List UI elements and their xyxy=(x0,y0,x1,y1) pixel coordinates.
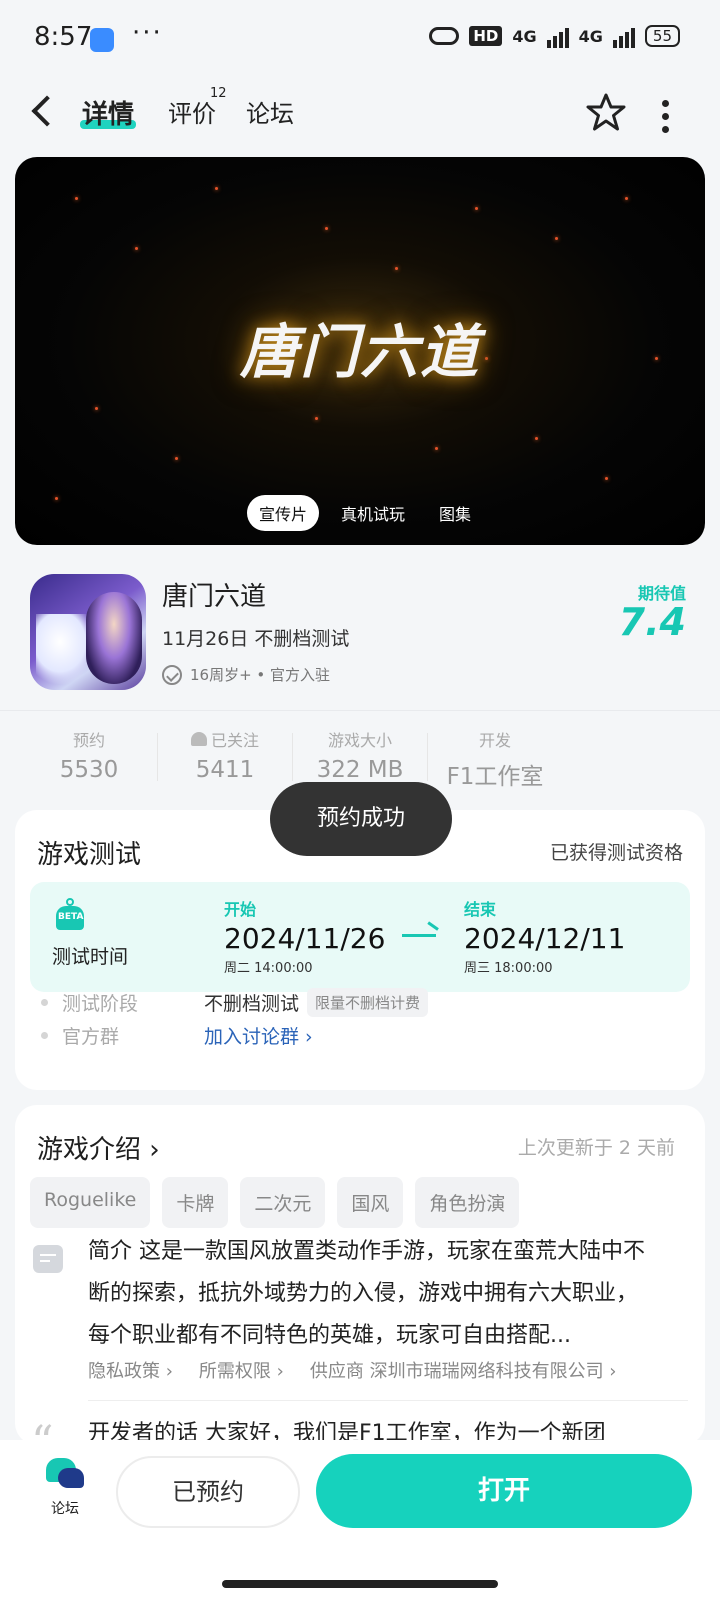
end-label: 结束 xyxy=(464,900,497,919)
supplier-link[interactable]: 供应商 深圳市瑞瑞网络科技有限公司 › xyxy=(310,1357,617,1383)
tag[interactable]: 卡牌 xyxy=(162,1177,229,1228)
media-tab-gallery[interactable]: 图集 xyxy=(427,495,483,531)
stat-label: 预约 xyxy=(72,731,105,750)
stat-value: 322 MB xyxy=(316,757,404,783)
tag[interactable]: 国风 xyxy=(337,1177,404,1228)
heart-icon xyxy=(190,732,207,746)
stage-tag: 限量不删档计费 xyxy=(307,988,429,1017)
network-label-2: 4G xyxy=(578,26,603,46)
stat-followers[interactable]: 已关注 5411 xyxy=(158,727,292,783)
link-icon xyxy=(429,27,460,45)
test-qualification: 已获得测试资格 xyxy=(549,842,683,864)
forum-button[interactable]: 论坛 xyxy=(40,1458,90,1518)
app-meta-text: 16周岁+ • 官方入驻 xyxy=(190,666,331,684)
anticipation-value: 7.4 xyxy=(618,600,686,644)
tab-review[interactable]: 评价 12 xyxy=(168,86,227,129)
forum-label: 论坛 xyxy=(51,1501,79,1517)
signal-icon xyxy=(546,24,569,48)
tag-list: Roguelike 卡牌 二次元 国风 角色扮演 xyxy=(30,1177,520,1228)
join-group-link[interactable]: 加入讨论群 › xyxy=(204,1022,313,1049)
status-time: 8:57 xyxy=(34,22,93,52)
stat-value: F1工作室 xyxy=(446,764,544,790)
test-stage-row: 测试阶段 不删档测试 限量不删档计费 xyxy=(41,988,429,1017)
note-icon xyxy=(33,1245,63,1273)
app-icon xyxy=(30,574,146,690)
media-banner[interactable]: 唐门六道 宣传片 真机试玩 图集 xyxy=(15,157,705,545)
app-release-info: 11月26日 不删档测试 xyxy=(162,628,350,650)
toast-message: 预约成功 xyxy=(270,782,452,856)
tab-review-label: 评价 xyxy=(168,100,216,128)
stat-value: 5411 xyxy=(195,757,255,783)
test-card-title: 游戏测试 xyxy=(37,840,142,870)
stat-label: 开发 xyxy=(478,731,511,750)
favorite-star-icon[interactable] xyxy=(586,92,626,132)
more-options-icon[interactable] xyxy=(662,100,672,133)
reserved-button[interactable]: 已预约 xyxy=(116,1456,300,1528)
stat-value: 5530 xyxy=(59,757,119,783)
app-name: 唐门六道 xyxy=(162,582,267,612)
end-time: 周三 18:00:00 xyxy=(464,961,553,976)
start-label: 开始 xyxy=(224,900,257,919)
test-start: 开始 2024/11/26 周二 14:00:00 xyxy=(224,896,385,976)
notification-app-icon xyxy=(90,28,114,52)
top-nav: 详情 评价 12 论坛 xyxy=(0,80,720,150)
bottom-action-bar: 论坛 已预约 打开 xyxy=(0,1440,720,1600)
tab-detail[interactable]: 详情 xyxy=(80,94,137,131)
open-button[interactable]: 打开 xyxy=(316,1454,692,1528)
verified-check-icon xyxy=(162,664,182,685)
privacy-policy-link[interactable]: 隐私政策 › xyxy=(88,1357,173,1383)
tab-detail-label: 详情 xyxy=(82,100,135,130)
start-date: 2024/11/26 xyxy=(224,922,386,955)
media-tab-trailer[interactable]: 宣传片 xyxy=(247,495,320,531)
hd-badge: HD xyxy=(469,26,503,46)
home-indicator[interactable] xyxy=(222,1580,498,1588)
media-tab-gameplay[interactable]: 真机试玩 xyxy=(329,495,417,531)
app-meta: 16周岁+ • 官方入驻 xyxy=(162,664,330,685)
beta-icon: BETA xyxy=(56,898,86,930)
chat-bubbles-icon xyxy=(46,1458,84,1490)
status-indicators: HD 4G 4G 55 xyxy=(429,24,680,48)
permissions-link[interactable]: 所需权限 › xyxy=(199,1357,284,1383)
arrow-right-icon xyxy=(402,934,436,937)
intro-card-title[interactable]: 游戏介绍 › xyxy=(37,1129,160,1166)
stat-label: 游戏大小 xyxy=(327,731,392,750)
intro-text[interactable]: 简介 这是一款国风放置类动作手游，玩家在蛮荒大陆中不断的探索，抵抗外域势力的入侵… xyxy=(88,1231,658,1357)
intro-updated-time: 上次更新于 2 天前 xyxy=(517,1137,675,1159)
status-bar: 8:57 ··· HD 4G 4G 55 xyxy=(0,0,720,80)
back-icon[interactable] xyxy=(31,95,63,127)
stat-developer[interactable]: 开发 F1工作室 xyxy=(428,727,562,791)
official-group-row: 官方群 加入讨论群 › xyxy=(41,1022,313,1049)
start-time: 周二 14:00:00 xyxy=(224,961,313,976)
intro-links: 隐私政策 › 所需权限 › 供应商 深圳市瑞瑞网络科技有限公司 › xyxy=(88,1357,616,1383)
tag[interactable]: 二次元 xyxy=(240,1177,326,1228)
stage-value: 不删档测试 xyxy=(204,993,300,1015)
signal-icon-2 xyxy=(612,24,635,48)
tab-forum[interactable]: 论坛 xyxy=(246,94,294,129)
review-count-badge: 12 xyxy=(210,86,227,101)
tag[interactable]: 角色扮演 xyxy=(415,1177,520,1228)
group-label: 官方群 xyxy=(62,1026,120,1048)
stat-size: 游戏大小 322 MB xyxy=(293,727,427,783)
test-end: 结束 2024/12/11 周三 18:00:00 xyxy=(464,896,625,976)
stat-reservations: 预约 5530 xyxy=(22,727,156,783)
app-info: 唐门六道 11月26日 不删档测试 16周岁+ • 官方入驻 期待值 7.4 xyxy=(0,560,720,710)
test-time-label: 测试时间 xyxy=(52,946,129,968)
battery-icon: 55 xyxy=(644,25,680,47)
network-label-1: 4G xyxy=(512,26,537,46)
more-notifications-icon: ··· xyxy=(132,18,163,48)
divider xyxy=(88,1400,688,1401)
stat-label: 已关注 xyxy=(158,727,292,751)
stage-label: 测试阶段 xyxy=(62,993,139,1015)
media-tabs: 宣传片 真机试玩 图集 xyxy=(247,495,483,531)
game-intro-card: 游戏介绍 › 上次更新于 2 天前 Roguelike 卡牌 二次元 国风 角色… xyxy=(15,1105,705,1468)
banner-game-title: 唐门六道 xyxy=(239,318,480,386)
tag[interactable]: Roguelike xyxy=(30,1177,151,1228)
test-time-box: BETA 测试时间 开始 2024/11/26 周二 14:00:00 结束 2… xyxy=(30,882,690,992)
end-date: 2024/12/11 xyxy=(464,922,626,955)
tab-forum-label: 论坛 xyxy=(246,100,294,128)
